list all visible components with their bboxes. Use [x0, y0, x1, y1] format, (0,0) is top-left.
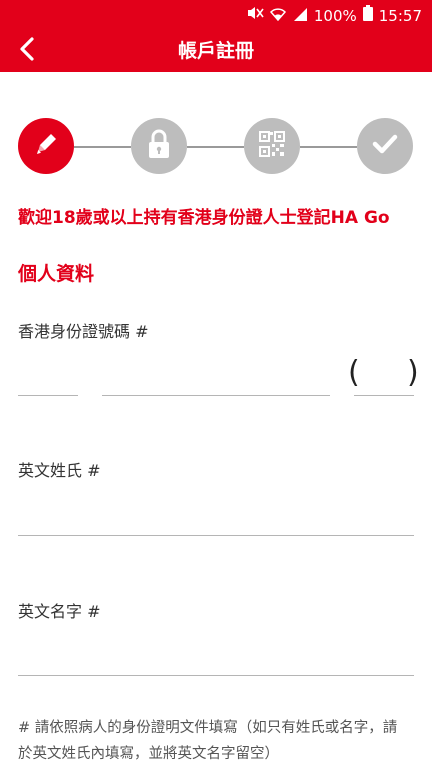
step-password	[131, 118, 187, 174]
input-underline	[102, 395, 330, 396]
status-icons: 100% 15:57	[246, 5, 422, 26]
surname-input[interactable]	[18, 492, 414, 536]
surname-label: 英文姓氏 #	[18, 461, 101, 480]
input-underline	[354, 395, 414, 396]
clock-time: 15:57	[378, 6, 422, 25]
step-connector	[300, 146, 357, 148]
step-connector	[187, 146, 244, 148]
hkid-label: 香港身份證號碼 #	[18, 322, 149, 341]
input-underline	[18, 675, 414, 676]
check-icon	[370, 129, 400, 163]
given-name-label: 英文名字 #	[18, 602, 101, 621]
section-title: 個人資料	[18, 263, 95, 285]
pencil-icon	[31, 129, 61, 163]
hkid-close-paren: )	[407, 355, 419, 390]
status-bar: 100% 15:57	[0, 0, 432, 30]
wifi-icon	[269, 6, 286, 26]
battery-icon	[362, 5, 373, 26]
mute-icon	[246, 5, 264, 26]
given-name-input[interactable]	[18, 632, 414, 676]
input-underline	[18, 535, 414, 536]
step-complete	[357, 118, 413, 174]
qr-code-icon	[259, 131, 285, 161]
app-bar: 帳戶註冊	[0, 30, 432, 72]
lock-icon	[145, 128, 173, 164]
step-personal-info	[18, 118, 74, 174]
step-verification	[244, 118, 300, 174]
hkid-prefix-input[interactable]	[18, 362, 78, 396]
step-connector	[74, 146, 131, 148]
hkid-check-digit-input[interactable]	[354, 362, 414, 396]
form-hint: # 請依照病人的身份證明文件填寫（如只有姓氏或名字，請於英文姓氏內填寫，並將英文…	[18, 720, 398, 762]
battery-percentage: 100%	[313, 6, 357, 25]
input-underline	[18, 395, 78, 396]
welcome-message: 歡迎18歲或以上持有香港身份證人士登記HA Go	[18, 208, 390, 228]
signal-icon	[292, 6, 308, 26]
registration-stepper	[18, 118, 414, 176]
page-title: 帳戶註冊	[177, 40, 254, 62]
hkid-number-input[interactable]	[102, 362, 330, 396]
